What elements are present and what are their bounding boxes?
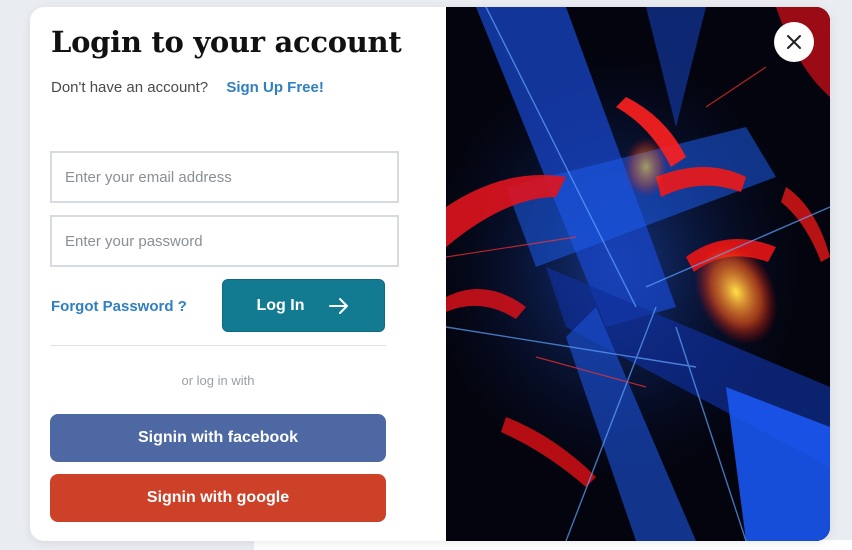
google-signin-button[interactable]: Signin with google: [50, 474, 386, 522]
close-button[interactable]: [774, 22, 814, 62]
login-form-panel: Login to your account Don't have an acco…: [30, 7, 446, 541]
facebook-signin-button[interactable]: Signin with facebook: [50, 414, 386, 462]
email-field[interactable]: [50, 151, 399, 203]
signup-row: Don't have an account? Sign Up Free!: [51, 79, 324, 96]
arrow-right-icon: [328, 297, 350, 315]
signup-prompt: Don't have an account?: [51, 79, 209, 96]
login-button[interactable]: Log In: [222, 279, 385, 332]
or-login-with-text: or log in with: [181, 373, 255, 388]
password-field[interactable]: [50, 215, 399, 267]
login-button-label: Log In: [256, 296, 305, 314]
divider: [50, 345, 386, 346]
modal-title: Login to your account: [51, 25, 402, 59]
abstract-art-image: [446, 7, 830, 541]
close-icon: [786, 34, 802, 50]
forgot-password-link[interactable]: Forgot Password ?: [51, 298, 187, 315]
signup-link[interactable]: Sign Up Free!: [226, 79, 324, 96]
login-modal: Login to your account Don't have an acco…: [30, 7, 830, 541]
page-backdrop: [254, 540, 852, 550]
